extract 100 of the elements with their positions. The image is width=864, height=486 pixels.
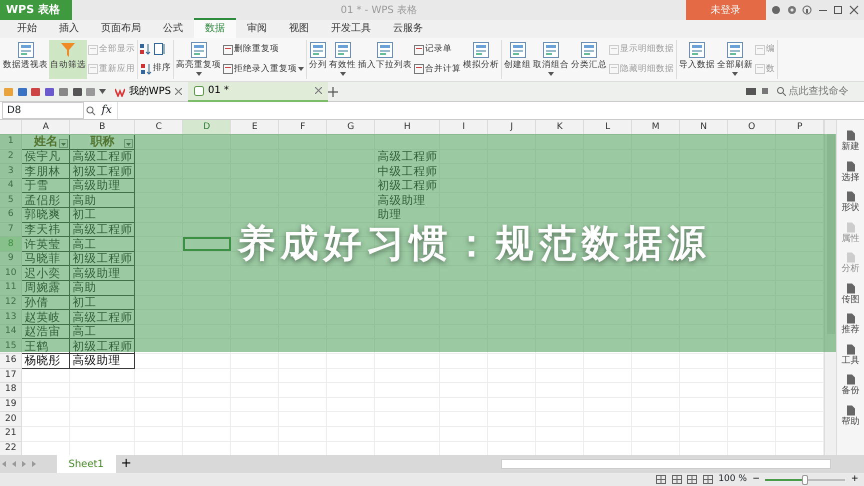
document-tab[interactable]: 我的WPS — [108, 82, 188, 102]
caret-icon — [61, 142, 66, 146]
column-header[interactable]: F — [278, 120, 327, 135]
ribbon-button[interactable]: 分列 — [308, 40, 328, 79]
search-field[interactable]: 点此查找命令 — [776, 84, 858, 99]
side-panel-button[interactable]: 备份 — [842, 374, 860, 398]
column-header[interactable]: K — [536, 120, 584, 135]
close-icon — [315, 87, 322, 94]
column-header[interactable]: B — [70, 120, 135, 135]
zoom-icon[interactable] — [86, 106, 96, 116]
search-icon — [776, 87, 786, 96]
horizontal-scrollbar[interactable] — [501, 459, 831, 469]
column-header[interactable]: M — [632, 120, 680, 135]
menu-tab[interactable]: 审阅 — [236, 20, 278, 38]
table-cell: 高工 — [70, 236, 135, 252]
list-icon — [755, 44, 765, 55]
ribbon-button[interactable]: 删除重复项 — [222, 42, 305, 58]
ribbon-button[interactable]: 自动筛选 — [49, 40, 87, 79]
document-tab[interactable]: 01 * — [188, 82, 328, 102]
caret-icon — [340, 72, 346, 76]
column-header[interactable]: O — [728, 120, 776, 135]
table-cell: 赵浩宙 — [22, 324, 70, 339]
ribbon-button[interactable]: 创建组 — [503, 40, 532, 79]
side-panel-button[interactable]: 帮助 — [842, 404, 860, 429]
row-header[interactable]: 19 — [0, 397, 22, 412]
side-panel-button[interactable]: 传图 — [842, 282, 860, 307]
row-header[interactable]: 20 — [0, 412, 22, 426]
name-box[interactable]: D8 — [2, 102, 84, 119]
ribbon-button[interactable]: 分类汇总 — [570, 40, 608, 79]
column-header[interactable]: A — [22, 120, 70, 135]
column-header[interactable]: N — [680, 120, 728, 135]
column-header[interactable]: H — [374, 120, 440, 135]
ribbon-button[interactable]: 记录单 — [413, 42, 462, 58]
close-icon[interactable] — [848, 5, 858, 15]
settings-icon[interactable] — [786, 5, 796, 15]
caret-icon — [298, 67, 304, 72]
ribbon-button[interactable]: 高亮重复项 — [175, 40, 222, 79]
menu-tab[interactable]: 开始 — [6, 20, 48, 38]
sheet-tab[interactable]: Sheet1 — [56, 455, 116, 473]
ribbon-button[interactable]: 合并计算 — [413, 62, 462, 77]
table-cell: 初级工程师 — [70, 338, 135, 354]
add-sheet-button[interactable]: + — [116, 456, 137, 472]
ribbon-button[interactable]: 插入下拉列表 — [357, 40, 413, 79]
side-panel-button[interactable]: 选择 — [842, 160, 860, 185]
add-tab-icon[interactable] — [328, 86, 338, 96]
caret-icon[interactable] — [99, 89, 106, 94]
ribbon-button[interactable]: 有效性 — [328, 40, 357, 79]
list-icon — [88, 44, 98, 55]
ribbon-button[interactable]: 数据透视表 — [2, 40, 49, 79]
menu-tab[interactable]: 开发工具 — [320, 20, 382, 38]
column-header[interactable]: P — [776, 120, 824, 135]
app-logo[interactable]: WPS 表格 — [0, 0, 72, 20]
sheet-icon — [194, 86, 204, 96]
ribbon-button[interactable]: 拒绝录入重复项 — [222, 62, 305, 77]
zoom-in-button[interactable]: + — [850, 472, 858, 486]
menu-tab[interactable]: 公式 — [152, 20, 194, 38]
column-header[interactable]: L — [584, 120, 632, 135]
side-panel-button[interactable]: 推荐 — [842, 313, 860, 338]
column-header[interactable]: C — [134, 120, 183, 135]
filter-button[interactable] — [59, 138, 68, 148]
table-cell: 高级助理 — [374, 192, 440, 208]
row-header[interactable]: 18 — [0, 382, 22, 398]
row-header[interactable]: 22 — [0, 441, 22, 455]
row-header[interactable]: 17 — [0, 368, 22, 383]
document-icon — [846, 313, 856, 324]
ribbon-button[interactable]: 取消组合 — [532, 40, 570, 79]
menu-tab[interactable]: 云服务 — [382, 20, 434, 38]
column-header[interactable]: J — [488, 120, 536, 135]
ribbon-button[interactable]: 导入数据 — [678, 40, 716, 79]
column-header[interactable]: E — [230, 120, 279, 135]
column-header[interactable]: I — [440, 120, 488, 135]
slider-thumb[interactable] — [802, 474, 808, 484]
ribbon-button[interactable]: 全部刷新 — [716, 40, 754, 79]
table-cell: 于雪 — [22, 178, 70, 193]
column-header[interactable]: G — [326, 120, 375, 135]
side-panel-button[interactable]: 工具 — [842, 344, 860, 368]
function-button[interactable]: fx — [96, 102, 118, 119]
document-icon — [846, 282, 856, 294]
menu-tab[interactable]: 页面布局 — [90, 20, 152, 38]
row-header[interactable]: 21 — [0, 426, 22, 442]
table-cell: 高级工程师 — [374, 149, 440, 164]
active-cell[interactable] — [182, 236, 231, 252]
normal-view-icon[interactable] — [656, 475, 666, 484]
column-header[interactable]: D — [182, 120, 231, 135]
banner-title: 养成好习惯：规范数据源 — [238, 220, 710, 266]
vertical-scrollbar[interactable] — [824, 120, 836, 455]
maximize-icon[interactable] — [833, 5, 843, 15]
side-panel-button[interactable]: 形状 — [842, 191, 860, 216]
menu-tab[interactable]: 数据 — [194, 18, 236, 38]
sort-button[interactable]: 排序 — [139, 61, 172, 76]
side-panel-button[interactable]: 新建 — [842, 130, 860, 154]
sort-ascending-icon[interactable] — [139, 43, 151, 56]
filter-button[interactable] — [124, 138, 134, 148]
help-icon[interactable] — [802, 5, 812, 15]
ribbon-button[interactable]: 模拟分析 — [462, 40, 500, 79]
grid-icon — [334, 41, 352, 59]
menu-tab[interactable]: 插入 — [48, 20, 90, 38]
row-header[interactable]: 16 — [0, 354, 22, 368]
menu-tab[interactable]: 视图 — [278, 20, 320, 38]
zoom-out-button[interactable]: − — [752, 472, 760, 486]
